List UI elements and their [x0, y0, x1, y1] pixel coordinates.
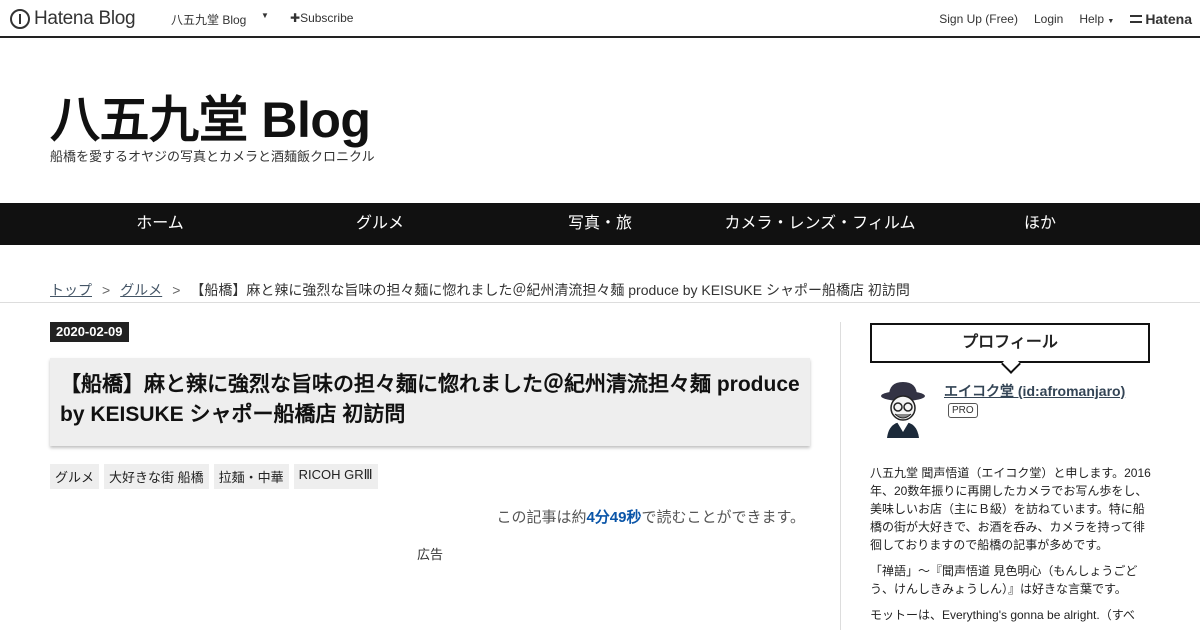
help-label: Help [1079, 12, 1105, 26]
breadcrumb-current: 【船橋】麻と辣に強烈な旨味の担々麺に惚れました＠紀州清流担々麺 produce … [190, 282, 910, 298]
profile-user-name: エイコク堂 (id:afromanjaro) [944, 381, 1125, 401]
nav-item-gourmet[interactable]: グルメ [270, 203, 490, 245]
nav-item-photo-travel[interactable]: 写真・旅 [490, 203, 710, 245]
login-link[interactable]: Login [1034, 12, 1063, 26]
help-menu[interactable]: Help ▼ [1079, 12, 1114, 26]
hatena-label: Hatena [1145, 11, 1192, 27]
global-nav: ホーム グルメ 写真・旅 カメラ・レンズ・フィルム ほか [0, 203, 1200, 245]
hatena-mark-icon [1130, 15, 1143, 23]
hatena-blog-icon [10, 9, 30, 29]
current-blog-name[interactable]: 八五九堂 Blog [171, 11, 246, 28]
category-tag[interactable]: グルメ [50, 464, 100, 489]
ad-label: 広告 [417, 547, 444, 562]
category-tag[interactable]: 大好きな街 船橋 [104, 464, 209, 489]
bio-paragraph: モットーは、Everything's gonna be alright.（すべ [870, 608, 1135, 622]
breadcrumb-category[interactable]: グルメ [120, 282, 162, 298]
breadcrumb: トップ > グルメ > 【船橋】麻と辣に強烈な旨味の担々麺に惚れました＠紀州清流担々麺 … [50, 280, 910, 300]
avatar[interactable] [875, 380, 931, 440]
entry-date[interactable]: 2020-02-09 [50, 322, 129, 342]
category-tag[interactable]: RICOH GRⅢ [293, 464, 378, 489]
subscribe-button[interactable]: ✚Subscribe [290, 11, 353, 25]
sidebar-divider [840, 322, 841, 630]
reading-time-value: 4分49秒 [586, 509, 642, 526]
hatena-blog-logo[interactable]: Hatena Blog [10, 8, 136, 30]
breadcrumb-separator: > [172, 282, 181, 298]
subscribe-label: Subscribe [300, 11, 354, 25]
global-header: Hatena Blog 八五九堂 Blog ▼ ✚Subscribe Sign … [0, 0, 1200, 38]
pro-badge[interactable]: PRO [948, 403, 978, 418]
avatar-illustration-icon [881, 382, 925, 438]
divider [0, 302, 1200, 303]
profile-heading: プロフィール [870, 323, 1150, 374]
profile-bio: 八五九堂 聞声悟道（エイコク堂）と申します。2016年、20数年振りに再開したカ… [870, 464, 1155, 632]
nav-item-home[interactable]: ホーム [50, 203, 270, 245]
blog-description: 船橋を愛するオヤジの写真とカメラと酒麺飯クロニクル [50, 149, 375, 164]
profile-user-link[interactable]: エイコク堂 (id:afromanjaro) [944, 383, 1125, 399]
entry-categories: グルメ 大好きな街 船橋 拉麺・中華 RICOH GRⅢ [50, 464, 378, 489]
plus-icon: ✚ [290, 11, 301, 25]
hatena-logo[interactable]: Hatena [1130, 11, 1192, 27]
reading-time: この記事は約4分49秒で読むことができます。 [496, 506, 805, 527]
nav-item-camera[interactable]: カメラ・レンズ・フィルム [710, 203, 930, 245]
speech-pointer [1001, 354, 1021, 374]
brand-name: Hatena Blog [34, 8, 136, 29]
reading-time-suffix: で読むことができます。 [641, 509, 805, 526]
bio-paragraph: 「禅語」～『聞声悟道 見色明心（もんしょうごどう、けんしきみょうしん）』は好きな… [870, 564, 1138, 596]
profile-heading-label: プロフィール [962, 334, 1058, 351]
chevron-down-icon: ▼ [1107, 18, 1115, 25]
entry-title[interactable]: 【船橋】麻と辣に強烈な旨味の担々麺に惚れました＠紀州清流担々麺 produce … [60, 370, 800, 430]
caret-down-icon[interactable]: ▼ [261, 11, 269, 20]
bio-paragraph: 八五九堂 聞声悟道（エイコク堂）と申します。2016年、20数年振りに再開したカ… [870, 466, 1151, 552]
entry-header: 【船橋】麻と辣に強烈な旨味の担々麺に惚れました＠紀州清流担々麺 produce … [50, 358, 810, 446]
reading-time-prefix: この記事は約 [496, 509, 587, 526]
category-tag[interactable]: 拉麺・中華 [213, 464, 289, 489]
breadcrumb-separator: > [102, 282, 111, 298]
breadcrumb-top[interactable]: トップ [50, 282, 92, 298]
blog-title[interactable]: 八五九堂 Blog [50, 80, 371, 152]
signup-link[interactable]: Sign Up (Free) [939, 12, 1018, 26]
nav-item-other[interactable]: ほか [930, 203, 1150, 245]
